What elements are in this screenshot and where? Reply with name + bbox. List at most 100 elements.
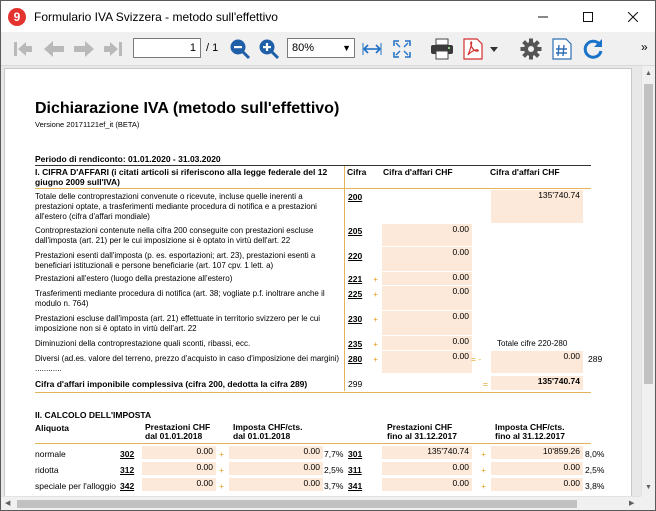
horizontal-scroll-thumb[interactable] <box>17 500 577 508</box>
row-205-label: Controprestazioni contenute nella cifra … <box>35 226 314 245</box>
row-280-label: Diversi (ad.es. valore del terreno, prez… <box>35 354 340 373</box>
rate-row-normale-label: normale <box>35 449 66 459</box>
print-button[interactable] <box>429 37 455 61</box>
row-230-value[interactable]: 0.00 <box>382 311 472 335</box>
arrow-right-icon <box>74 41 94 57</box>
document-viewport[interactable]: Dichiarazione IVA (metodo sull'effettivo… <box>1 66 641 496</box>
rate-row-normale-code1: 302 <box>120 449 135 459</box>
rate-row-alloggio-tax2[interactable]: 0.00 <box>491 478 583 491</box>
section2-header-rule <box>35 443 591 444</box>
rate-row-alloggio-code1: 342 <box>120 481 135 491</box>
prev-page-button[interactable] <box>43 38 65 60</box>
chevron-down-icon: ▼ <box>342 43 351 53</box>
total-taxable-code: 299 <box>348 379 363 389</box>
row-280-plus: + <box>373 354 378 364</box>
row-200-label: Totale delle controprestazioni convenute… <box>35 192 317 221</box>
row-200-code: 200 <box>348 192 363 202</box>
rate-row-ridotta-tax1[interactable]: 0.00 <box>229 462 323 475</box>
row-280-equals-minus: = - <box>471 354 482 364</box>
fit-width-button[interactable] <box>361 39 383 59</box>
row-280-code: 280 <box>348 354 363 364</box>
scroll-right-icon[interactable]: ▶ <box>629 499 634 507</box>
rate-row-alloggio-prest2[interactable]: 0.00 <box>382 478 472 491</box>
zoom-value: 80% <box>292 42 315 54</box>
caret-down-icon <box>490 46 498 52</box>
section1-heading: I. CIFRA D'AFFARI (i citati articoli si … <box>35 167 328 187</box>
rate-row-ridotta-tax2[interactable]: 0.00 <box>491 462 583 475</box>
zoom-out-icon <box>230 39 251 60</box>
rate-row-ridotta-rate2: 2,5% <box>585 465 605 475</box>
refresh-button[interactable] <box>580 37 606 61</box>
rate-row-alloggio-prest1[interactable]: 0.00 <box>142 478 216 491</box>
pdf-icon <box>463 38 483 60</box>
section1-bottom-rule <box>35 392 591 393</box>
app-window: 9 Formulario IVA Svizzera - metodo sull'… <box>0 0 656 511</box>
col-header-imposta-2: Imposta CHF/cts. fino al 31.12.2017 <box>495 423 565 441</box>
rate-row-normale-prest2[interactable]: 135'740.74 <box>382 446 472 459</box>
rate-row-ridotta-prest2[interactable]: 0.00 <box>382 462 472 475</box>
row-221-code: 221 <box>348 274 363 284</box>
vertical-scrollbar[interactable]: ▲ ▼ <box>641 66 655 496</box>
close-button[interactable] <box>610 1 655 32</box>
page-number-input[interactable]: 1 <box>133 38 201 58</box>
rate-row-normale-code2: 301 <box>348 449 363 459</box>
page-total: / 1 <box>206 42 219 54</box>
total-taxable-value[interactable]: 135'740.74 <box>491 376 583 390</box>
rate-row-ridotta-prest1[interactable]: 0.00 <box>142 462 216 475</box>
rate-row-normale-tax1[interactable]: 0.00 <box>229 446 323 459</box>
first-page-icon <box>14 42 32 56</box>
col-header-imposta-1-line2: dal 01.01.2018 <box>233 431 291 441</box>
row-225-code: 225 <box>348 289 363 299</box>
rate-row-ridotta-label: ridotta <box>35 465 59 475</box>
row-225-value[interactable]: 0.00 <box>382 286 472 310</box>
rate-row-normale-prest1[interactable]: 0.00 <box>142 446 216 459</box>
zoom-out-button[interactable] <box>229 37 251 61</box>
rate-row-alloggio-tax1[interactable]: 0.00 <box>229 478 323 491</box>
rate-row-ridotta-code2: 311 <box>348 465 362 475</box>
toolbar: 1 / 1 80% ▼ » <box>1 32 655 66</box>
zoom-in-button[interactable] <box>258 37 280 61</box>
row-205-value[interactable]: 0.00 <box>382 224 472 246</box>
numbering-button[interactable] <box>550 37 574 61</box>
col-header-prestazioni-1-line2: dal 01.01.2018 <box>145 431 203 441</box>
pdf-options-dropdown[interactable] <box>487 44 501 54</box>
horizontal-scrollbar[interactable]: ◀ ▶ <box>1 496 641 510</box>
minimize-button[interactable] <box>520 1 565 32</box>
rate-row-normale-tax2[interactable]: 10'859.26 <box>491 446 583 459</box>
row-289-value[interactable]: 0.00 <box>491 351 583 373</box>
col-header-prestazioni-2-line2: fino al 31.12.2017 <box>387 431 457 441</box>
document-title: Dichiarazione IVA (metodo sull'effettivo… <box>35 100 340 117</box>
refresh-icon <box>583 39 603 59</box>
rate-row-alloggio-plus2: + <box>481 481 486 491</box>
row-200-value[interactable]: 135'740.74 <box>491 190 583 223</box>
rate-row-ridotta-plus1: + <box>219 465 224 475</box>
last-page-button[interactable] <box>103 38 125 60</box>
maximize-button[interactable] <box>565 1 610 32</box>
export-pdf-button[interactable] <box>461 37 485 61</box>
col-header-cifra-affari-2: Cifra d'affari CHF <box>490 167 560 177</box>
row-220-value[interactable]: 0.00 <box>382 247 472 271</box>
scroll-up-icon[interactable]: ▲ <box>645 70 652 77</box>
row-289-ref: 289 <box>588 354 603 364</box>
fit-page-button[interactable] <box>391 38 413 60</box>
vertical-scroll-thumb[interactable] <box>644 84 653 384</box>
col-header-cifra-affari-1: Cifra d'affari CHF <box>383 167 453 177</box>
rate-row-ridotta-code1: 312 <box>120 465 135 475</box>
first-page-button[interactable] <box>13 38 33 60</box>
zoom-in-icon <box>259 39 280 60</box>
row-280-value[interactable]: 0.00 <box>382 351 472 373</box>
row-235-plus: + <box>373 339 378 349</box>
zoom-select[interactable]: 80% ▼ <box>287 38 355 58</box>
row-235-value[interactable]: 0.00 <box>382 336 472 350</box>
scroll-down-icon[interactable]: ▼ <box>645 484 652 491</box>
rate-row-alloggio-label: speciale per l'alloggio <box>35 481 117 491</box>
hash-document-icon <box>552 38 572 60</box>
row-221-value[interactable]: 0.00 <box>382 272 472 285</box>
document-version: Versione 20171121ef_it (BETA) <box>35 120 140 129</box>
next-page-button[interactable] <box>73 38 95 60</box>
scroll-left-icon[interactable]: ◀ <box>5 499 10 507</box>
row-220-label: Prestazioni esenti dall'imposta (p. es. … <box>35 251 316 270</box>
settings-button[interactable] <box>518 37 544 61</box>
rate-row-ridotta-rate1: 2,5% <box>324 465 344 475</box>
toolbar-overflow-button[interactable]: » <box>641 41 648 53</box>
